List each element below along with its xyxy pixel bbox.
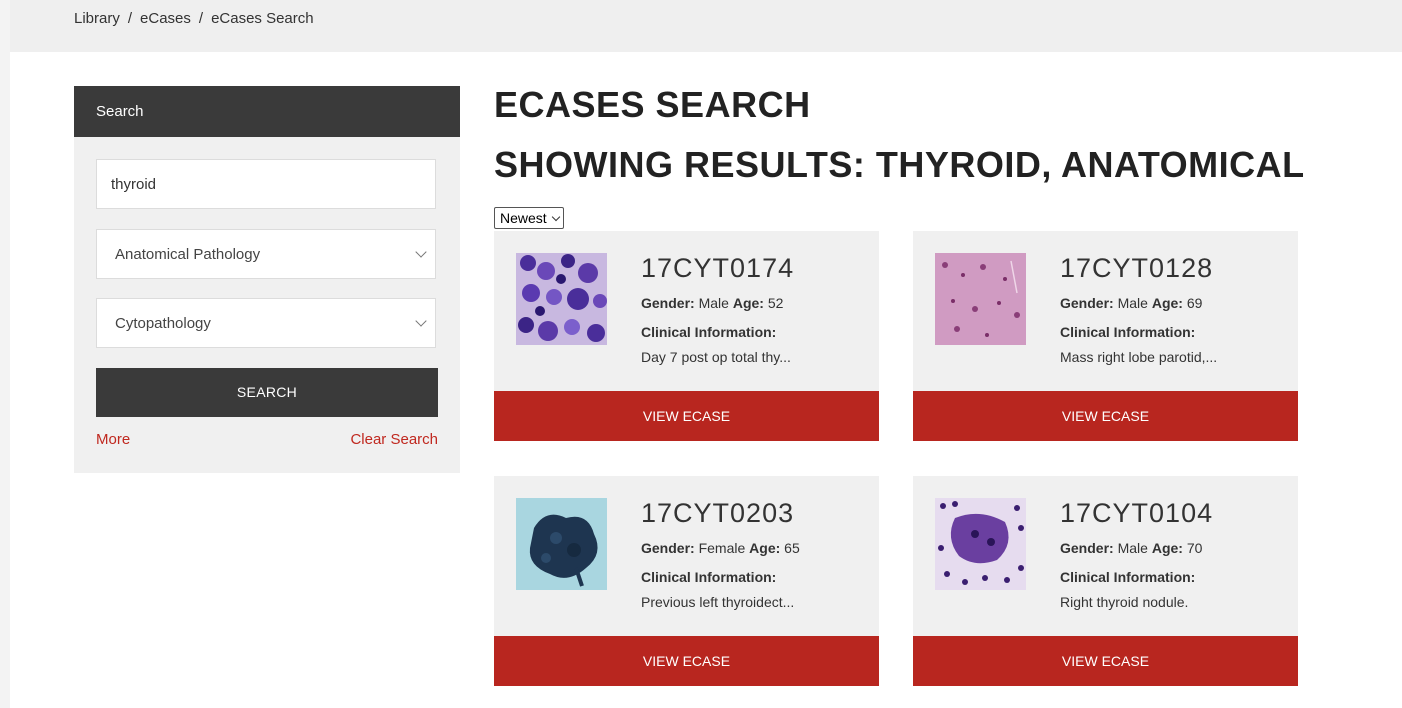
gender-value: Male bbox=[1117, 295, 1148, 311]
search-button[interactable]: SEARCH bbox=[96, 368, 438, 417]
case-card: 17CYT0203 Gender: Female Age: 65 Clinica… bbox=[494, 476, 879, 686]
clinical-info-label: Clinical Information: bbox=[1060, 324, 1196, 340]
clinical-info-text: Day 7 post op total thy... bbox=[641, 349, 791, 365]
case-thumbnail-image[interactable] bbox=[935, 498, 1026, 590]
age-value: 70 bbox=[1186, 540, 1203, 556]
gender-label: Gender: bbox=[1060, 295, 1114, 311]
sort-select-value: Newest bbox=[500, 210, 547, 226]
breadcrumb-separator: / bbox=[127, 10, 133, 27]
search-input[interactable] bbox=[97, 160, 435, 208]
search-input-wrapper bbox=[96, 159, 436, 209]
case-demographics: Gender: Male Age: 69 bbox=[1060, 295, 1202, 311]
case-demographics: Gender: Male Age: 52 bbox=[641, 295, 783, 311]
age-value: 65 bbox=[784, 540, 800, 556]
case-card: 17CYT0104 Gender: Male Age: 70 Clinical … bbox=[913, 476, 1298, 686]
more-link[interactable]: More bbox=[96, 431, 130, 448]
gender-label: Gender: bbox=[1060, 540, 1114, 556]
subcategory-select-value: Cytopathology bbox=[115, 314, 211, 332]
gender-label: Gender: bbox=[641, 540, 695, 556]
breadcrumb-library[interactable]: Library bbox=[74, 10, 120, 27]
clinical-info-text: Previous left thyroidect... bbox=[641, 594, 795, 610]
age-label: Age: bbox=[749, 540, 781, 556]
clear-search-link[interactable]: Clear Search bbox=[350, 431, 438, 448]
category-select[interactable]: Anatomical Pathology bbox=[96, 229, 436, 279]
age-label: Age: bbox=[732, 295, 764, 311]
case-id[interactable]: 17CYT0174 bbox=[641, 253, 794, 284]
case-thumbnail-image[interactable] bbox=[516, 498, 607, 590]
age-label: Age: bbox=[1151, 295, 1183, 311]
age-label: Age: bbox=[1151, 540, 1183, 556]
search-panel-header: Search bbox=[74, 86, 460, 137]
breadcrumb-separator: / bbox=[198, 10, 204, 27]
view-ecase-button[interactable]: VIEW ECASE bbox=[494, 391, 879, 441]
chevron-down-icon bbox=[415, 246, 427, 258]
case-thumbnail-image[interactable] bbox=[935, 253, 1026, 345]
age-value: 52 bbox=[767, 295, 784, 311]
age-value: 69 bbox=[1186, 295, 1203, 311]
case-id[interactable]: 17CYT0203 bbox=[641, 498, 794, 529]
gender-value: Male bbox=[1117, 540, 1148, 556]
gender-value: Female bbox=[698, 540, 746, 556]
chevron-down-icon bbox=[551, 212, 560, 221]
search-panel: Search Anatomical Pathology Cytopatholog… bbox=[74, 86, 460, 473]
view-ecase-button[interactable]: VIEW ECASE bbox=[494, 636, 879, 686]
breadcrumb-ecases[interactable]: eCases bbox=[140, 10, 191, 27]
gender-label: Gender: bbox=[641, 295, 695, 311]
view-ecase-button[interactable]: VIEW ECASE bbox=[913, 636, 1298, 686]
chevron-down-icon bbox=[415, 315, 427, 327]
breadcrumb-current: eCases Search bbox=[211, 10, 314, 27]
gender-value: Male bbox=[698, 295, 729, 311]
case-thumbnail-image[interactable] bbox=[516, 253, 607, 345]
clinical-info-label: Clinical Information: bbox=[1060, 569, 1196, 585]
subcategory-select[interactable]: Cytopathology bbox=[96, 298, 436, 348]
clinical-info-text: Mass right lobe parotid,... bbox=[1060, 349, 1218, 365]
category-select-value: Anatomical Pathology bbox=[115, 245, 261, 263]
page-title: ECASES SEARCH bbox=[494, 84, 811, 125]
case-card: 17CYT0174 Gender: Male Age: 52 Clinical … bbox=[494, 231, 879, 441]
case-id[interactable]: 17CYT0104 bbox=[1060, 498, 1213, 529]
case-card: 17CYT0128 Gender: Male Age: 69 Clinical … bbox=[913, 231, 1298, 441]
clinical-info-label: Clinical Information: bbox=[641, 324, 777, 340]
clinical-info-text: Right thyroid nodule. bbox=[1060, 594, 1189, 610]
view-ecase-button[interactable]: VIEW ECASE bbox=[913, 391, 1298, 441]
sort-select[interactable]: Newest bbox=[494, 207, 564, 229]
clinical-info-label: Clinical Information: bbox=[641, 569, 777, 585]
case-demographics: Gender: Female Age: 65 bbox=[641, 540, 800, 556]
results-heading: SHOWING RESULTS: THYROID, ANATOMICAL bbox=[494, 144, 1305, 185]
case-id[interactable]: 17CYT0128 bbox=[1060, 253, 1213, 284]
case-demographics: Gender: Male Age: 70 bbox=[1060, 540, 1202, 556]
breadcrumb: Library / eCases / eCases Search bbox=[74, 10, 314, 27]
